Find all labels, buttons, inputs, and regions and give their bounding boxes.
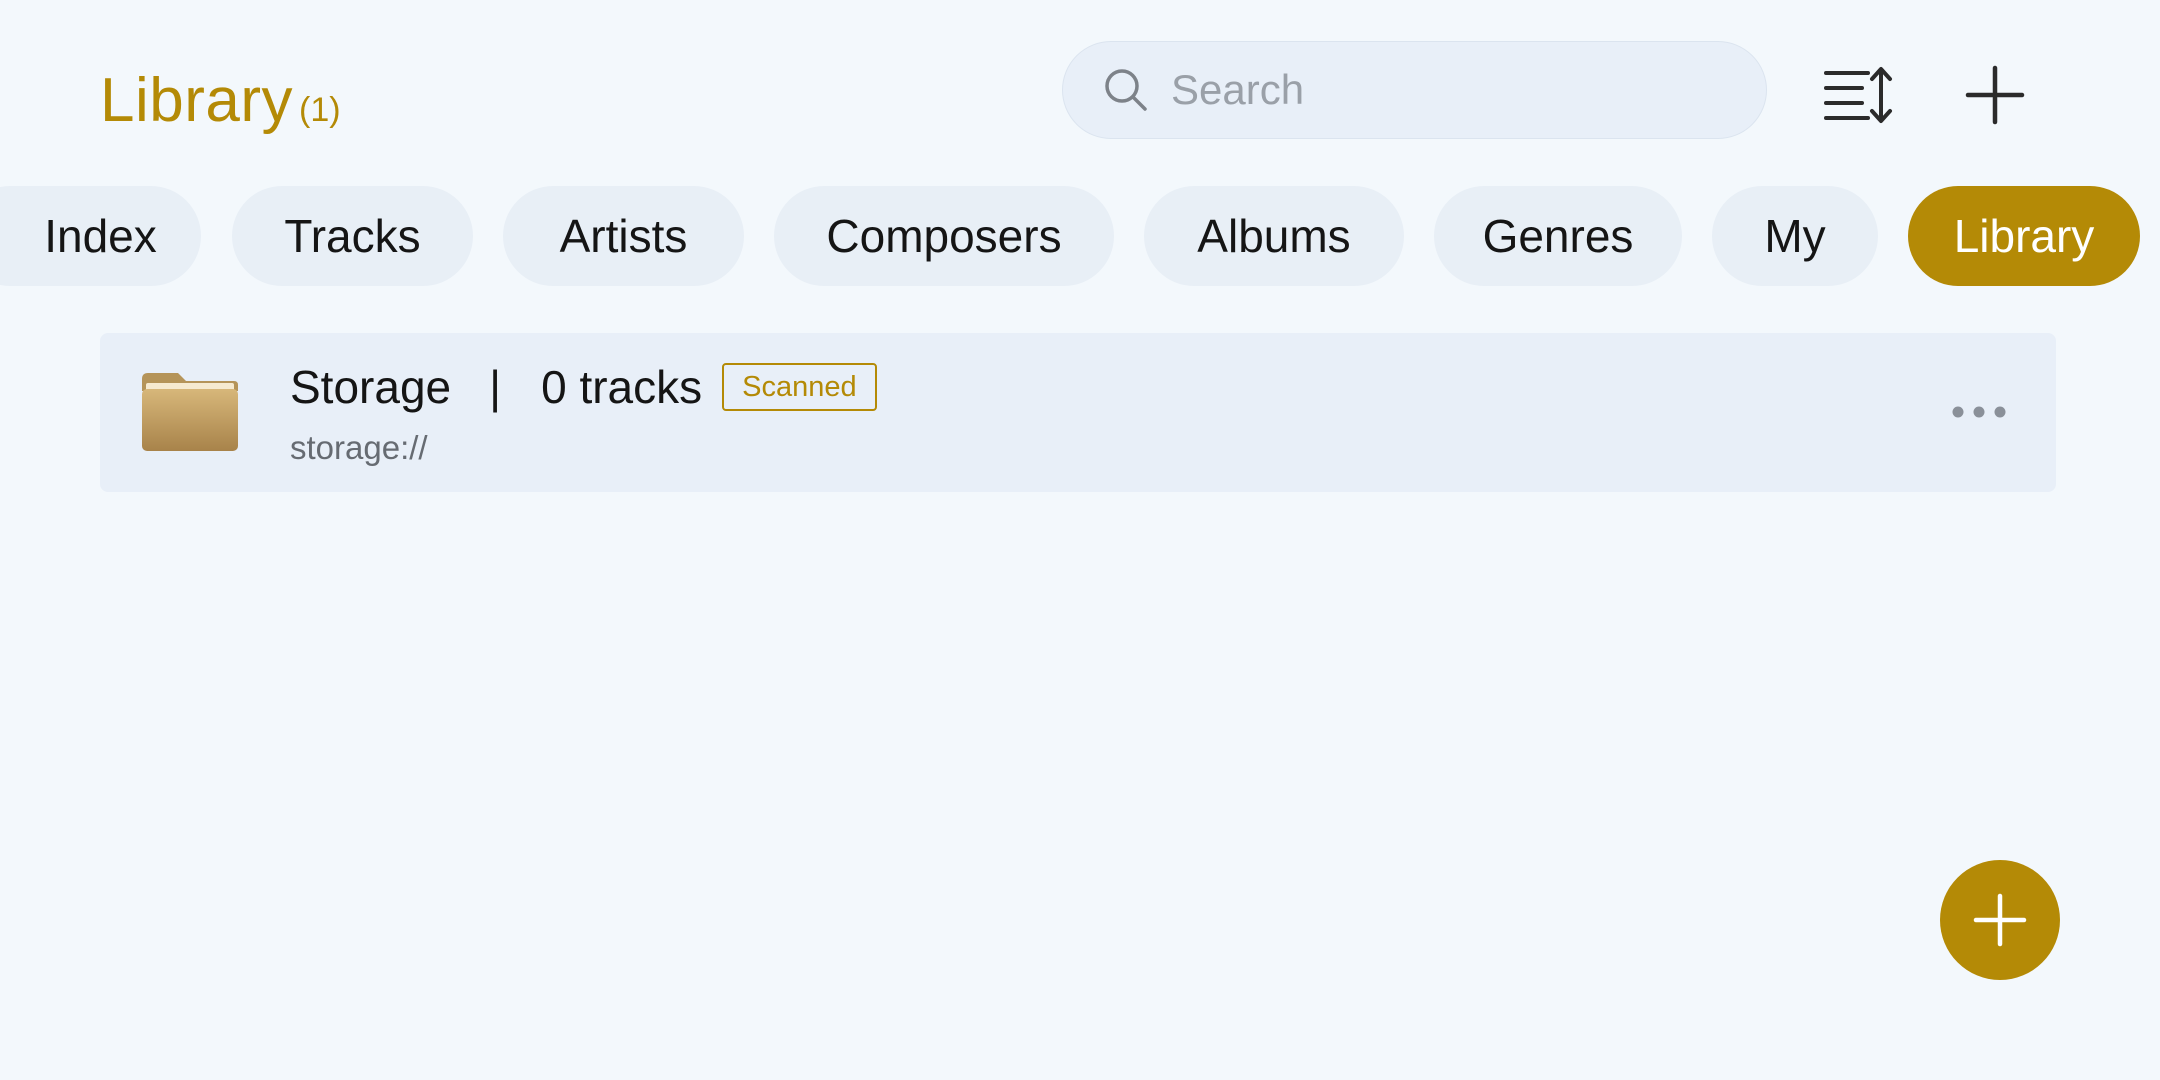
track-count: 0 tracks [541, 361, 703, 413]
fab-add-button[interactable] [1940, 860, 2060, 980]
search-icon [1105, 69, 1147, 111]
page-title: Library (1) [100, 64, 341, 138]
search-placeholder: Search [1171, 66, 1305, 113]
library-count: (1) [299, 91, 341, 129]
more-button[interactable] [1942, 388, 2016, 436]
more-horizontal-icon [1952, 406, 2006, 418]
separator: | [489, 361, 502, 413]
tab-tracks[interactable]: Tracks [232, 186, 473, 286]
plus-icon [1965, 65, 2025, 125]
add-button[interactable] [1950, 50, 2040, 140]
storage-name: Storage [290, 361, 452, 413]
search-input[interactable]: Search [1062, 41, 1767, 139]
tab-my[interactable]: My [1712, 186, 1878, 286]
sort-icon [1824, 67, 1892, 123]
page-title-text: Library [100, 66, 294, 135]
folder-icon [142, 373, 238, 451]
storage-path: storage:// [290, 429, 428, 466]
tab-index[interactable]: Index [0, 186, 201, 286]
tab-library[interactable]: Library [1908, 186, 2140, 286]
sort-button[interactable] [1814, 50, 1904, 140]
tab-composers[interactable]: Composers [774, 186, 1114, 286]
tab-genres[interactable]: Genres [1434, 186, 1682, 286]
category-tabs: Index Tracks Artists Composers Albums Ge… [0, 186, 2140, 286]
status-badge: Scanned [722, 363, 877, 411]
list-item[interactable]: Storage | 0 tracks Scanned storage:// [100, 333, 2056, 492]
tab-artists[interactable]: Artists [503, 186, 744, 286]
plus-icon [1973, 893, 2027, 947]
tab-albums[interactable]: Albums [1144, 186, 1404, 286]
